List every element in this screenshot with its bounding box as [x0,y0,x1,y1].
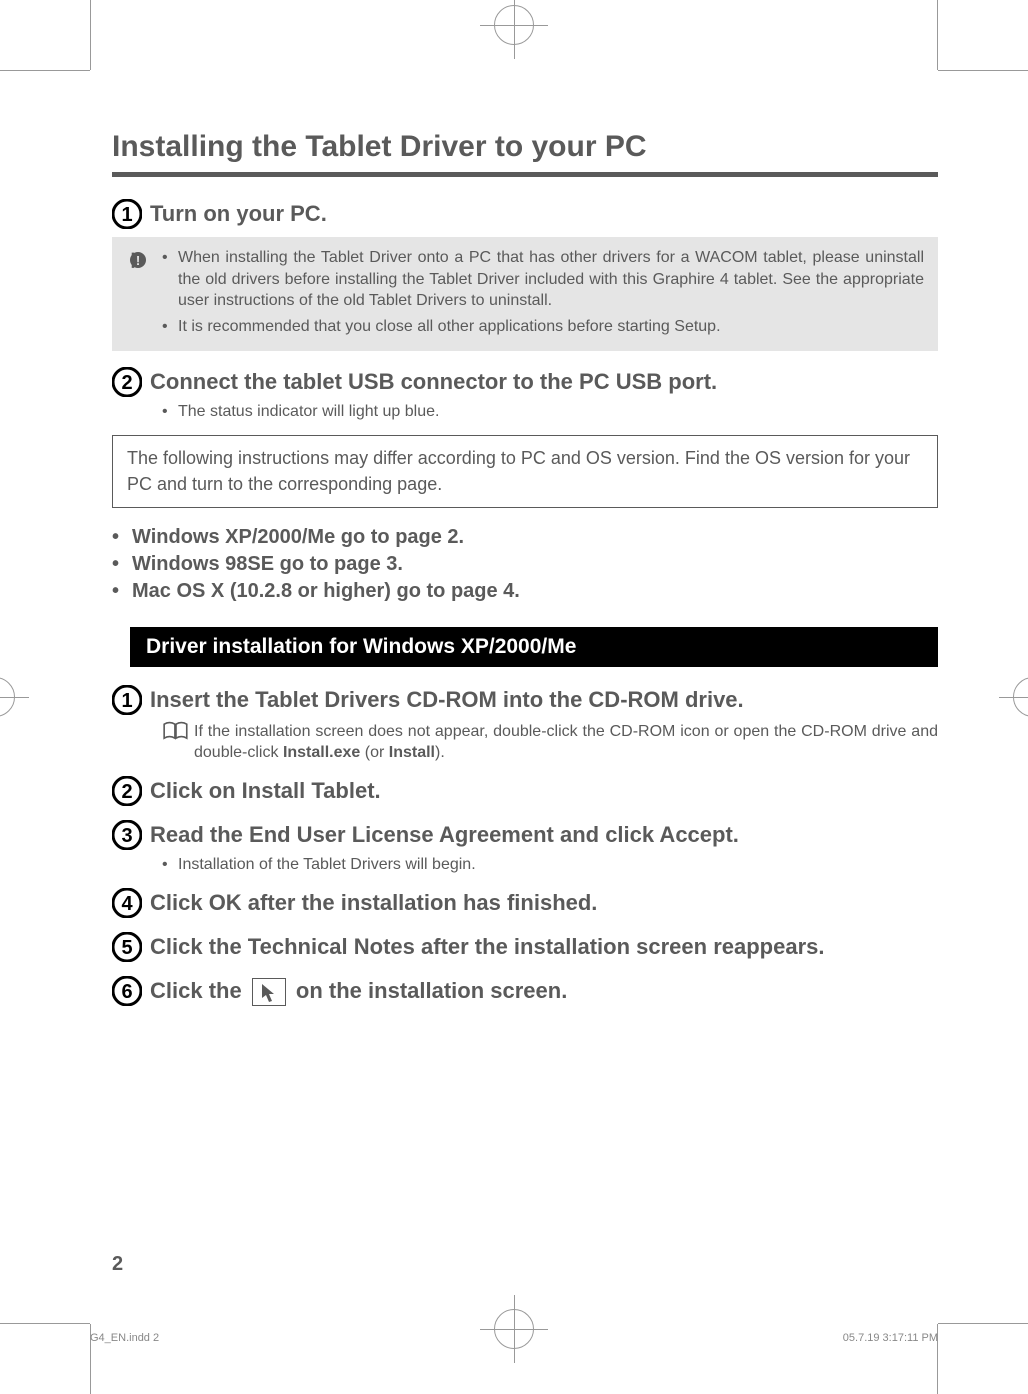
win-step-5-title: Click the Technical Notes after the inst… [150,932,825,962]
win-step-3-icon: 3 [112,820,142,850]
win-step-6-title: Click the on the installation screen. [150,976,567,1006]
step-2-icon: 2 [112,367,142,397]
svg-text:1: 1 [121,204,132,226]
svg-text:2: 2 [121,781,132,803]
win-step-5-icon: 5 [112,932,142,962]
os-item-1: Windows XP/2000/Me go to page 2. [132,526,464,549]
svg-text:6: 6 [121,981,132,1003]
svg-text:2: 2 [121,372,132,394]
win-step-2-icon: 2 [112,776,142,806]
page-title: Installing the Tablet Driver to your PC [112,130,938,177]
page-number: 2 [112,1253,123,1276]
win-step-4-title: Click OK after the installation has fini… [150,888,597,918]
win-step-3-title: Read the End User License Agreement and … [150,820,739,850]
step-2-sub: The status indicator will light up blue. [178,403,439,421]
print-footer: G4_EN.indd 2 05.7.19 3:17:11 PM [90,1332,938,1344]
svg-text:!: ! [136,253,140,268]
win-step-2-title: Click on Install Tablet. [150,776,381,806]
warning-text-1: When installing the Tablet Driver onto a… [178,247,924,312]
section-title: Driver installation for Windows XP/2000/… [130,627,938,667]
step-1-title: Turn on your PC. [150,199,327,229]
registration-mark-top [494,5,534,45]
warning-icon: ⋮!⋮ [124,249,152,271]
warning-box: ⋮!⋮ •When installing the Tablet Driver o… [112,237,938,351]
svg-text:1: 1 [121,690,132,712]
cursor-icon [252,978,286,1006]
win-step-3-sub: Installation of the Tablet Drivers will … [178,856,476,874]
win-step-4-icon: 4 [112,888,142,918]
warning-text-2: It is recommended that you close all oth… [178,316,924,338]
footer-left: G4_EN.indd 2 [90,1332,159,1344]
footer-right: 05.7.19 3:17:11 PM [843,1332,938,1344]
book-icon [162,721,190,764]
step-1-icon: 1 [112,199,142,229]
svg-text:4: 4 [121,893,133,915]
os-item-3: Mac OS X (10.2.8 or higher) go to page 4… [132,580,520,603]
os-note-box: The following instructions may differ ac… [112,435,938,507]
win-step-1-icon: 1 [112,685,142,715]
registration-mark-left [0,677,15,717]
svg-text:⋮: ⋮ [148,250,152,270]
win-step-6-icon: 6 [112,976,142,1006]
svg-text:3: 3 [121,825,132,847]
win-step-1-title: Insert the Tablet Drivers CD-ROM into th… [150,685,744,715]
registration-mark-right [1013,677,1028,717]
step-2-title: Connect the tablet USB connector to the … [150,367,717,397]
os-item-2: Windows 98SE go to page 3. [132,553,403,576]
svg-text:5: 5 [121,937,132,959]
tip-1-text: If the installation screen does not appe… [194,721,938,764]
